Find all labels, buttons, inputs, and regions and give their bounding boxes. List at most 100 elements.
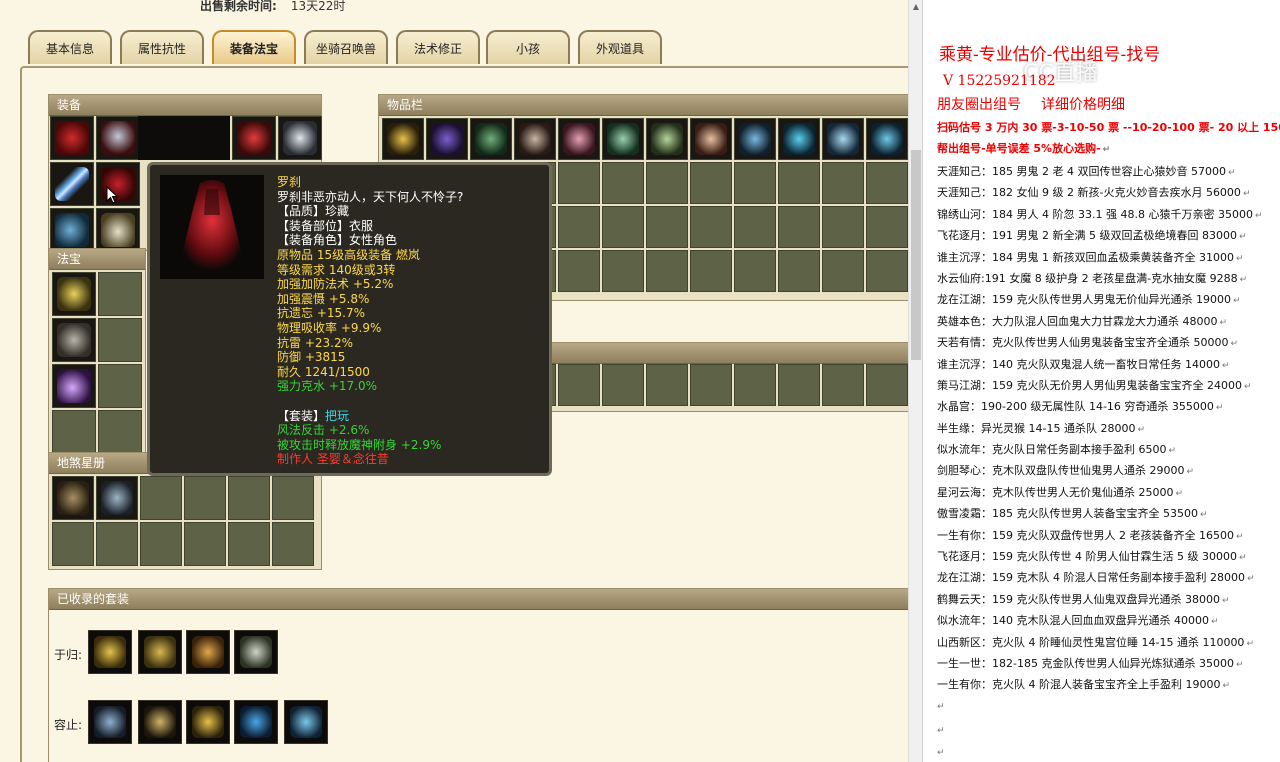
storage-slot[interactable] (602, 364, 644, 406)
storage-slot[interactable] (690, 364, 732, 406)
suit-item[interactable] (186, 630, 230, 674)
tab-child[interactable]: 小孩 (486, 30, 570, 64)
inventory-slot[interactable] (514, 118, 556, 160)
inventory-slot[interactable] (734, 206, 776, 248)
equipment-grid-right (232, 116, 322, 160)
treasure-slot[interactable] (52, 364, 96, 408)
inventory-slot[interactable] (602, 250, 644, 292)
inventory-slot[interactable] (866, 162, 908, 204)
vertical-scrollbar[interactable]: ▲ (908, 0, 923, 762)
equip-slot-weapon[interactable] (50, 162, 94, 206)
suit-item[interactable] (234, 630, 278, 674)
tab-appearance[interactable]: 外观道具 (578, 30, 662, 64)
character-preview (138, 116, 230, 160)
inventory-slot[interactable] (822, 250, 864, 292)
suit-item[interactable] (138, 630, 182, 674)
equip-slot-hat[interactable] (50, 116, 94, 160)
equip-slot-belt[interactable] (50, 208, 94, 252)
inventory-slot[interactable] (778, 162, 820, 204)
storage-slot[interactable] (822, 364, 864, 406)
star-card[interactable] (140, 522, 182, 566)
storage-slot[interactable] (646, 364, 688, 406)
treasure-slot[interactable] (52, 318, 96, 362)
inventory-slot[interactable] (602, 118, 644, 160)
equip-slot-accessory[interactable] (278, 116, 322, 160)
treasure-slot[interactable] (98, 272, 142, 316)
inventory-slot[interactable] (690, 162, 732, 204)
treasure-slot[interactable] (52, 272, 96, 316)
treasure-slot[interactable] (98, 410, 142, 454)
scrollbar-thumb[interactable] (911, 150, 921, 360)
storage-slot[interactable] (778, 364, 820, 406)
suit-item[interactable] (88, 630, 132, 674)
inventory-slot[interactable] (866, 118, 908, 160)
inventory-slot[interactable] (690, 206, 732, 248)
inventory-slot[interactable] (822, 206, 864, 248)
listing-line: 飞花逐月：159 克火队传世 4 阶男人仙甘霖生活 5 级 30000 ↵ (937, 546, 1263, 567)
inventory-slot[interactable] (734, 250, 776, 292)
inventory-slot[interactable] (778, 118, 820, 160)
inventory-slot[interactable] (734, 118, 776, 160)
tab-equipment[interactable]: 装备法宝 (212, 30, 296, 64)
inventory-slot[interactable] (646, 118, 688, 160)
tab-attributes[interactable]: 属性抗性 (120, 30, 204, 64)
tab-mounts[interactable]: 坐骑召唤兽 (304, 30, 388, 64)
treasure-slot[interactable] (98, 364, 142, 408)
inventory-slot[interactable] (426, 118, 468, 160)
scroll-up-arrow-icon[interactable]: ▲ (909, 0, 923, 14)
inventory-slot[interactable] (734, 162, 776, 204)
star-card[interactable] (52, 476, 94, 520)
inventory-slot[interactable] (778, 250, 820, 292)
suit-item[interactable] (234, 700, 278, 744)
listing-line: 天涯知己：182 女仙 9 级 2 新孩-火克火妙音去疾水月 56000 ↵ (937, 182, 1263, 203)
treasure-slot[interactable] (52, 410, 96, 454)
suit-item[interactable] (138, 700, 182, 744)
inventory-slot[interactable] (602, 206, 644, 248)
inventory-slot[interactable] (866, 250, 908, 292)
inventory-slot[interactable] (558, 162, 600, 204)
suit-item[interactable] (284, 700, 328, 744)
suit-item[interactable] (88, 700, 132, 744)
star-card[interactable] (184, 522, 226, 566)
storage-slot[interactable] (558, 364, 600, 406)
treasure-slot[interactable] (98, 318, 142, 362)
equip-slot-necklace[interactable] (96, 116, 140, 160)
star-card[interactable] (52, 522, 94, 566)
inventory-slot[interactable] (646, 206, 688, 248)
inventory-slot[interactable] (778, 206, 820, 248)
inventory-slot[interactable] (602, 162, 644, 204)
star-card[interactable] (96, 522, 138, 566)
star-card[interactable] (228, 522, 270, 566)
inventory-slot[interactable] (822, 118, 864, 160)
star-card[interactable] (272, 476, 314, 520)
empty-paragraph-mark: ↵ (937, 726, 945, 736)
star-card[interactable] (96, 476, 138, 520)
equip-slot-armor[interactable] (96, 162, 140, 206)
red-hat-icon (55, 121, 89, 155)
storage-slot[interactable] (734, 364, 776, 406)
inventory-slot[interactable] (558, 206, 600, 248)
star-card[interactable] (228, 476, 270, 520)
golden-mask-icon (192, 636, 224, 668)
suit-item[interactable] (186, 700, 230, 744)
star-card[interactable] (140, 476, 182, 520)
inventory-slot[interactable] (690, 250, 732, 292)
inventory-slot[interactable] (646, 162, 688, 204)
silver-accessory-icon (283, 121, 317, 155)
equip-slot-boots[interactable] (96, 208, 140, 252)
inventory-slot[interactable] (558, 118, 600, 160)
inventory-slot[interactable] (558, 250, 600, 292)
star-card[interactable] (184, 476, 226, 520)
inventory-slot[interactable] (470, 118, 512, 160)
inventory-slot[interactable] (646, 250, 688, 292)
inventory-slot[interactable] (866, 206, 908, 248)
item-name: 罗刹 (277, 175, 302, 189)
tab-basic-info[interactable]: 基本信息 (28, 30, 112, 64)
inventory-slot[interactable] (382, 118, 424, 160)
equip-slot-ornament[interactable] (232, 116, 276, 160)
storage-slot[interactable] (866, 364, 908, 406)
star-card[interactable] (272, 522, 314, 566)
inventory-slot[interactable] (822, 162, 864, 204)
tab-spell-mods[interactable]: 法术修正 (396, 30, 480, 64)
inventory-slot[interactable] (690, 118, 732, 160)
